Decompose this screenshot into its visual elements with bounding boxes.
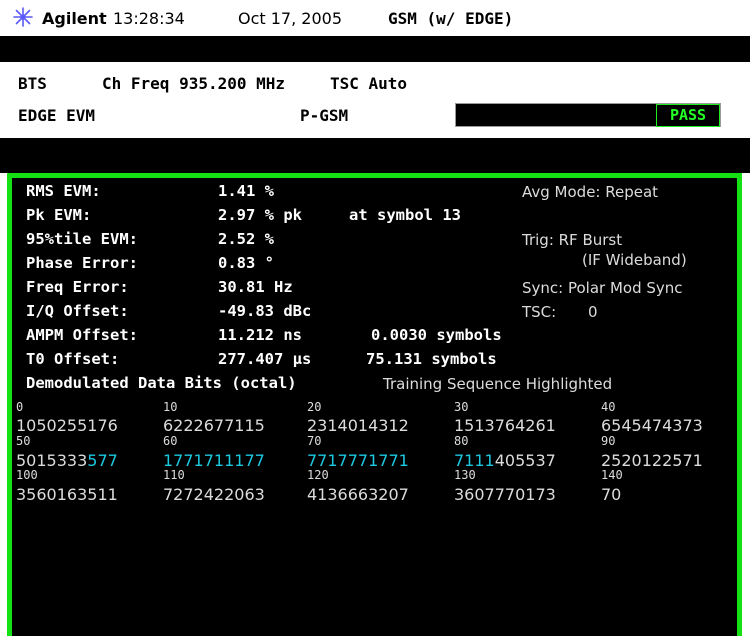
bit-group: 3560163511 bbox=[16, 485, 118, 504]
device-label: BTS bbox=[18, 74, 47, 93]
bit-group: 3607770173 bbox=[454, 485, 556, 504]
bit-index: 100 bbox=[16, 468, 38, 482]
agilent-logo-icon bbox=[13, 7, 33, 27]
trig-text: Trig: RF Burst bbox=[522, 231, 623, 249]
bit-group: 6545474373 bbox=[601, 416, 703, 435]
demod-note: Training Sequence Highlighted bbox=[383, 375, 613, 393]
bit-group: 6222677115 bbox=[163, 416, 265, 435]
ch-freq-label: Ch Freq 935.200 MHz bbox=[102, 74, 286, 93]
black-bar-middle bbox=[0, 138, 750, 173]
band-label: P-GSM bbox=[300, 106, 349, 125]
tsc-info-label: TSC: bbox=[522, 303, 557, 321]
metric-label: Pk EVM: bbox=[26, 206, 92, 224]
clock-time: 13:28:34 bbox=[113, 9, 185, 28]
bit-index: 120 bbox=[307, 468, 329, 482]
measurement-label: EDGE EVM bbox=[18, 106, 96, 125]
bit-index: 50 bbox=[16, 434, 31, 448]
metric-value: 0.83 ° bbox=[218, 254, 274, 272]
sync-text: Sync: Polar Mod Sync bbox=[522, 279, 683, 297]
pass-badge: PASS bbox=[656, 104, 720, 127]
bit-group: 1050255176 bbox=[16, 416, 118, 435]
bit-index: 130 bbox=[454, 468, 476, 482]
metric-label: 95%tile EVM: bbox=[26, 230, 138, 248]
bit-group: 2314014312 bbox=[307, 416, 409, 435]
metric-value: 30.81 Hz bbox=[218, 278, 293, 296]
metric-label: RMS EVM: bbox=[26, 182, 101, 200]
metric-label: Phase Error: bbox=[26, 254, 138, 272]
bit-index: 90 bbox=[601, 434, 616, 448]
metric-value: 2.52 % bbox=[218, 230, 274, 248]
bit-index: 0 bbox=[16, 400, 24, 414]
black-bar-top bbox=[0, 36, 750, 62]
bit-index: 20 bbox=[307, 400, 322, 414]
tsc-label: TSC Auto bbox=[330, 74, 408, 93]
bit-index: 10 bbox=[163, 400, 178, 414]
metric-value: 2.97 % pk bbox=[218, 206, 302, 224]
brand-label: Agilent bbox=[42, 9, 107, 28]
metric-label: T0 Offset: bbox=[26, 350, 120, 368]
bit-index: 80 bbox=[454, 434, 469, 448]
title-bar: Agilent 13:28:34 Oct 17, 2005 GSM (w/ ED… bbox=[0, 0, 750, 36]
metric-value: 1.41 % bbox=[218, 182, 274, 200]
bit-index: 70 bbox=[307, 434, 322, 448]
demod-title: Demodulated Data Bits (octal) bbox=[26, 374, 297, 392]
trig-detail-text: (IF Wideband) bbox=[582, 251, 687, 269]
metric-label: AMPM Offset: bbox=[26, 326, 138, 344]
bit-group: 70 bbox=[601, 485, 622, 504]
bit-group: 1513764261 bbox=[454, 416, 556, 435]
bit-index: 30 bbox=[454, 400, 469, 414]
metric-value: -49.83 dBc bbox=[218, 302, 312, 320]
metric-label: I/Q Offset: bbox=[26, 302, 129, 320]
metric-value: 277.407 μs bbox=[218, 350, 312, 368]
metric-extra: at symbol 13 bbox=[349, 206, 461, 224]
bit-index: 40 bbox=[601, 400, 616, 414]
bit-index: 60 bbox=[163, 434, 178, 448]
metric-label: Freq Error: bbox=[26, 278, 129, 296]
bit-group: 7272422063 bbox=[163, 485, 265, 504]
avg-mode-text: Avg Mode: Repeat bbox=[522, 183, 659, 201]
metric-extra: 75.131 symbols bbox=[366, 350, 497, 368]
clock-date: Oct 17, 2005 bbox=[238, 9, 342, 28]
bit-index: 140 bbox=[601, 468, 623, 482]
metric-value: 11.212 ns bbox=[218, 326, 302, 344]
tsc-info-value: 0 bbox=[588, 303, 598, 321]
metric-extra: 0.0030 symbols bbox=[371, 326, 502, 344]
bit-index: 110 bbox=[163, 468, 185, 482]
bit-group: 4136663207 bbox=[307, 485, 409, 504]
mode-label: GSM (w/ EDGE) bbox=[388, 9, 514, 28]
